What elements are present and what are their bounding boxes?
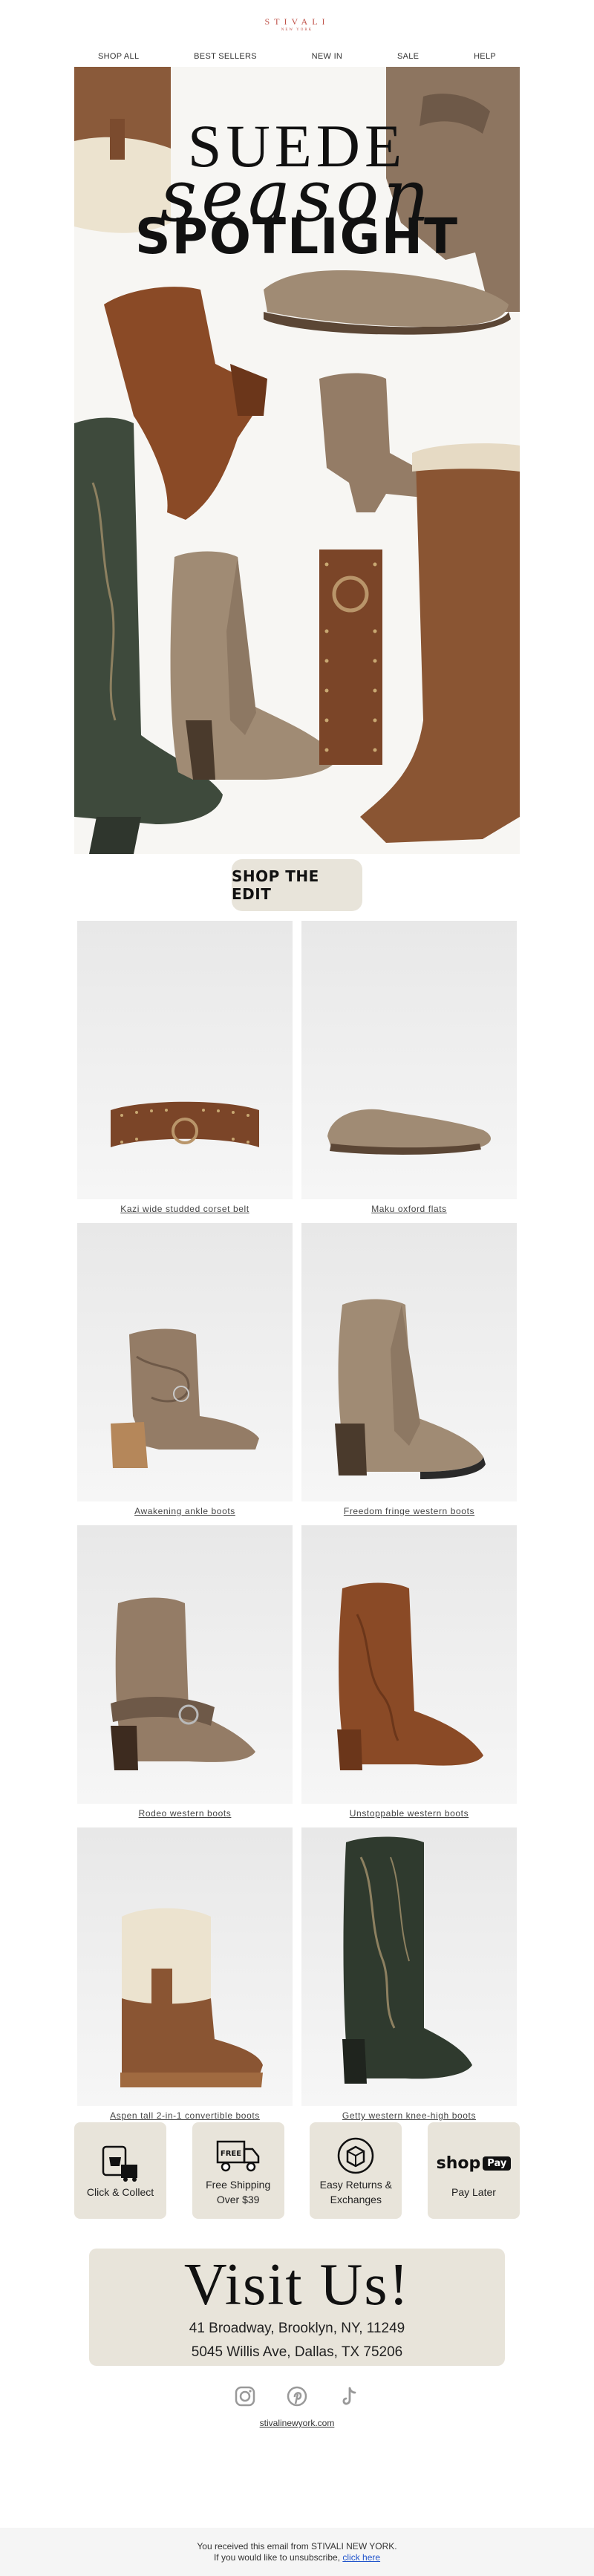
click-collect-icon bbox=[99, 2142, 142, 2185]
product-card[interactable]: Aspen tall 2-in-1 convertible boots bbox=[77, 1827, 293, 2121]
email-page: STIVALI NEW YORK SHOP ALL BEST SELLERS N… bbox=[0, 0, 594, 2576]
brand-logo[interactable]: STIVALI NEW YORK bbox=[0, 16, 594, 32]
perk-label: Click & Collect bbox=[86, 2186, 154, 2198]
nav-shop-all[interactable]: SHOP ALL bbox=[98, 52, 139, 61]
product-name[interactable]: Aspen tall 2-in-1 convertible boots bbox=[77, 2110, 293, 2121]
product-name[interactable]: Getty western knee-high boots bbox=[301, 2110, 517, 2121]
product-image-aspen-boot[interactable] bbox=[77, 1827, 293, 2106]
product-image-belt[interactable] bbox=[77, 921, 293, 1199]
instagram-icon[interactable] bbox=[234, 2385, 256, 2411]
brand-subtitle: NEW YORK bbox=[281, 28, 313, 32]
perk-easy-returns[interactable]: Easy Returns & Exchanges bbox=[310, 2122, 402, 2219]
shop-pay-logo-text: shop bbox=[436, 2153, 481, 2173]
nav-help[interactable]: HELP bbox=[474, 52, 496, 61]
product-image-getty-boot[interactable] bbox=[301, 1827, 517, 2106]
visit-title: Visit Us! bbox=[183, 2252, 411, 2318]
social-links bbox=[0, 2385, 594, 2411]
visit-us-panel: Visit Us! 41 Broadway, Brooklyn, NY, 112… bbox=[89, 2249, 505, 2366]
perk-click-collect[interactable]: Click & Collect bbox=[74, 2122, 166, 2219]
tiktok-icon[interactable] bbox=[338, 2385, 360, 2411]
shop-pay-logo-badge: Pay bbox=[483, 2156, 512, 2171]
product-name[interactable]: Unstoppable western boots bbox=[301, 1808, 517, 1819]
free-shipping-icon: FREE bbox=[215, 2134, 261, 2177]
product-image-flat[interactable] bbox=[301, 921, 517, 1199]
product-image-rust-boot[interactable] bbox=[301, 1525, 517, 1804]
perk-pay-later[interactable]: shop Pay Pay Later bbox=[427, 2122, 520, 2219]
product-name[interactable]: Rodeo western boots bbox=[77, 1808, 293, 1819]
product-image-fringe-boot[interactable] bbox=[301, 1223, 517, 1501]
product-image-rodeo-boot[interactable] bbox=[77, 1525, 293, 1804]
product-card[interactable]: Kazi wide studded corset belt bbox=[77, 921, 293, 1214]
product-grid: Kazi wide studded corset belt Maku oxfor… bbox=[77, 921, 517, 2121]
free-badge-text: FREE bbox=[221, 2150, 241, 2158]
store-address-brooklyn[interactable]: 41 Broadway, Brooklyn, NY, 11249 bbox=[89, 2317, 505, 2341]
email-footer: You received this email from STIVALI NEW… bbox=[0, 2528, 594, 2576]
store-address-dallas[interactable]: 5045 Willis Ave, Dallas, TX 75206 bbox=[89, 2341, 505, 2364]
nav-sale[interactable]: SALE bbox=[397, 52, 419, 61]
product-name[interactable]: Awakening ankle boots bbox=[77, 1506, 293, 1516]
perk-label: Pay Later bbox=[451, 2186, 496, 2198]
shop-pay-icon: shop Pay bbox=[437, 2142, 512, 2185]
unsubscribe-link[interactable]: click here bbox=[342, 2552, 380, 2563]
product-card[interactable]: Unstoppable western boots bbox=[301, 1525, 517, 1819]
product-card[interactable]: Maku oxford flats bbox=[301, 921, 517, 1214]
product-image-ankle-boot[interactable] bbox=[77, 1223, 293, 1501]
perk-label: Easy Returns & Exchanges bbox=[319, 2179, 392, 2205]
pinterest-icon[interactable] bbox=[286, 2385, 308, 2411]
brand-name: STIVALI bbox=[264, 16, 330, 27]
nav-new-in[interactable]: NEW IN bbox=[312, 52, 343, 61]
product-card[interactable]: Freedom fringe western boots bbox=[301, 1223, 517, 1516]
product-name[interactable]: Freedom fringe western boots bbox=[301, 1506, 517, 1516]
footer-received-text: You received this email from STIVALI NEW… bbox=[197, 2541, 397, 2551]
product-name[interactable]: Maku oxford flats bbox=[301, 1204, 517, 1214]
perk-label: Free Shipping Over $39 bbox=[206, 2179, 271, 2205]
website-link[interactable]: stivalinewyork.com bbox=[0, 2418, 594, 2428]
perks-row: Click & Collect FREE Free Shipping Over … bbox=[74, 2122, 520, 2219]
returns-box-icon bbox=[336, 2134, 375, 2177]
product-name[interactable]: Kazi wide studded corset belt bbox=[77, 1204, 293, 1214]
shop-the-edit-button[interactable]: SHOP THE EDIT bbox=[232, 859, 362, 911]
product-card[interactable]: Awakening ankle boots bbox=[77, 1223, 293, 1516]
hero-title-spotlight: SPOTLIGHT bbox=[134, 208, 460, 265]
footer-unsubscribe-prefix: If you would like to unsubscribe, bbox=[213, 2552, 341, 2563]
product-card[interactable]: Getty western knee-high boots bbox=[301, 1827, 517, 2121]
product-card[interactable]: Rodeo western boots bbox=[77, 1525, 293, 1819]
perk-free-shipping[interactable]: FREE Free Shipping Over $39 bbox=[192, 2122, 284, 2219]
hero-banner[interactable]: SUEDE season SPOTLIGHT bbox=[74, 67, 520, 854]
footer-unsubscribe-line: If you would like to unsubscribe, click … bbox=[0, 2552, 594, 2563]
top-navigation: SHOP ALL BEST SELLERS NEW IN SALE HELP bbox=[74, 52, 520, 61]
nav-best-sellers[interactable]: BEST SELLERS bbox=[194, 52, 257, 61]
